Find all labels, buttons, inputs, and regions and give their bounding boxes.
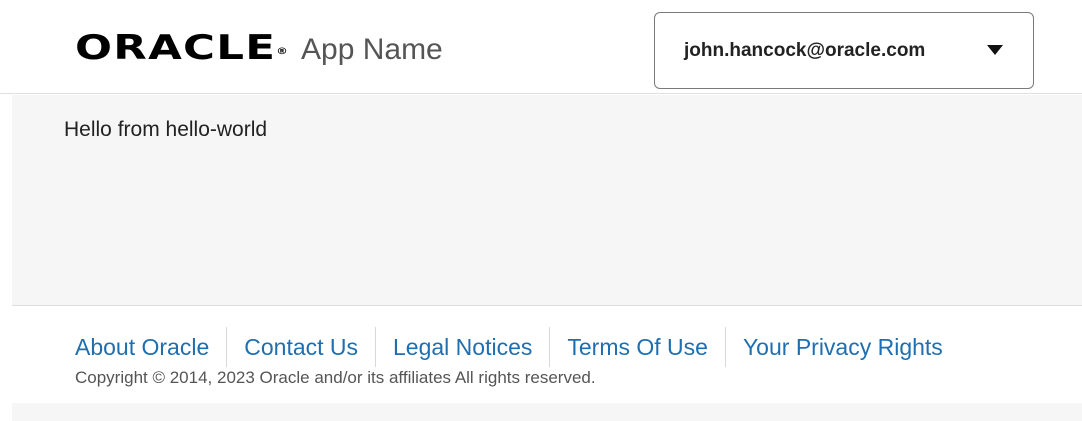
footer: About Oracle Contact Us Legal Notices Te… [0, 307, 1082, 403]
copyright-text: Copyright © 2014, 2023 Oracle and/or its… [75, 368, 596, 387]
hello-message: Hello from hello-world [64, 118, 268, 141]
user-email: john.hancock@oracle.com [684, 39, 926, 61]
caret-down-icon [987, 45, 1003, 55]
footer-links: About Oracle Contact Us Legal Notices Te… [75, 327, 943, 367]
footer-separator [549, 327, 551, 367]
main-content: Hello from hello-world [12, 95, 1082, 306]
bottom-strip [12, 403, 1082, 421]
footer-separator [375, 327, 377, 367]
footer-link-terms-of-use[interactable]: Terms Of Use [567, 334, 708, 361]
brand: ORACLE® App Name [75, 28, 443, 70]
app-header: ORACLE® App Name john.hancock@oracle.com [0, 0, 1082, 94]
footer-link-legal-notices[interactable]: Legal Notices [393, 334, 532, 361]
oracle-logo[interactable]: ORACLE® [75, 28, 349, 68]
footer-link-contact-us[interactable]: Contact Us [244, 334, 358, 361]
user-menu-button[interactable]: john.hancock@oracle.com [654, 12, 1034, 89]
footer-separator [724, 327, 726, 367]
footer-separator [226, 327, 228, 367]
footer-link-privacy-rights[interactable]: Your Privacy Rights [743, 334, 943, 361]
footer-link-about-oracle[interactable]: About Oracle [75, 334, 209, 361]
page: ORACLE® App Name john.hancock@oracle.com… [0, 0, 1082, 421]
